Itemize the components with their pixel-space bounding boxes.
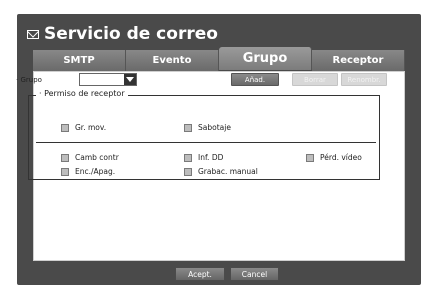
checkbox-hdd-info[interactable]: Inf. DD bbox=[184, 153, 223, 162]
receiver-permissions-legend: · Permiso de receptor bbox=[36, 89, 128, 98]
group-dropdown[interactable] bbox=[79, 73, 137, 86]
tab-grupo[interactable]: Grupo bbox=[219, 47, 312, 70]
checkbox-box[interactable] bbox=[61, 153, 69, 162]
checkbox-box[interactable] bbox=[184, 123, 192, 132]
checkbox-box[interactable] bbox=[184, 167, 192, 176]
rename-button[interactable]: Renombr. bbox=[341, 73, 387, 86]
checkbox-motion-group[interactable]: Gr. mov. bbox=[61, 123, 106, 132]
checkbox-label: Pérd. vídeo bbox=[320, 153, 362, 162]
checkbox-box[interactable] bbox=[61, 123, 69, 132]
checkbox-box[interactable] bbox=[184, 153, 192, 162]
envelope-icon bbox=[27, 29, 39, 39]
tab-smtp[interactable]: SMTP bbox=[33, 50, 126, 71]
checkbox-tamper[interactable]: Sabotaje bbox=[184, 123, 231, 132]
checkbox-label: Camb contr bbox=[75, 153, 119, 162]
checkbox-config-change[interactable]: Camb contr bbox=[61, 153, 119, 162]
tab-bar: SMTP Evento Grupo Receptor bbox=[33, 47, 405, 71]
ok-button[interactable]: Acept. bbox=[175, 267, 225, 281]
checkbox-box[interactable] bbox=[61, 167, 69, 176]
checkbox-power-on-off[interactable]: Enc./Apag. bbox=[61, 167, 115, 176]
tab-receptor[interactable]: Receptor bbox=[312, 50, 405, 71]
checkbox-label: Enc./Apag. bbox=[75, 167, 116, 176]
checkbox-video-loss[interactable]: Pérd. vídeo bbox=[306, 153, 362, 162]
window-title-text: Servicio de correo bbox=[44, 24, 218, 44]
tab-evento[interactable]: Evento bbox=[126, 50, 219, 71]
checkbox-label: Sabotaje bbox=[198, 123, 231, 132]
checkbox-label: Inf. DD bbox=[198, 153, 224, 162]
checkbox-manual-recording[interactable]: Grabac. manual bbox=[184, 167, 258, 176]
add-button[interactable]: Añad. bbox=[231, 73, 279, 86]
checkbox-box[interactable] bbox=[306, 153, 314, 162]
checkbox-label: Gr. mov. bbox=[75, 123, 107, 132]
chevron-down-icon[interactable] bbox=[124, 74, 136, 85]
window-title: Servicio de correo bbox=[27, 23, 218, 45]
checkbox-label: Grabac. manual bbox=[198, 167, 258, 176]
cancel-button[interactable]: Cancel bbox=[230, 267, 279, 281]
delete-button[interactable]: Borrar bbox=[292, 73, 338, 86]
permissions-divider bbox=[36, 142, 376, 143]
group-label: · Grupo bbox=[16, 76, 42, 84]
